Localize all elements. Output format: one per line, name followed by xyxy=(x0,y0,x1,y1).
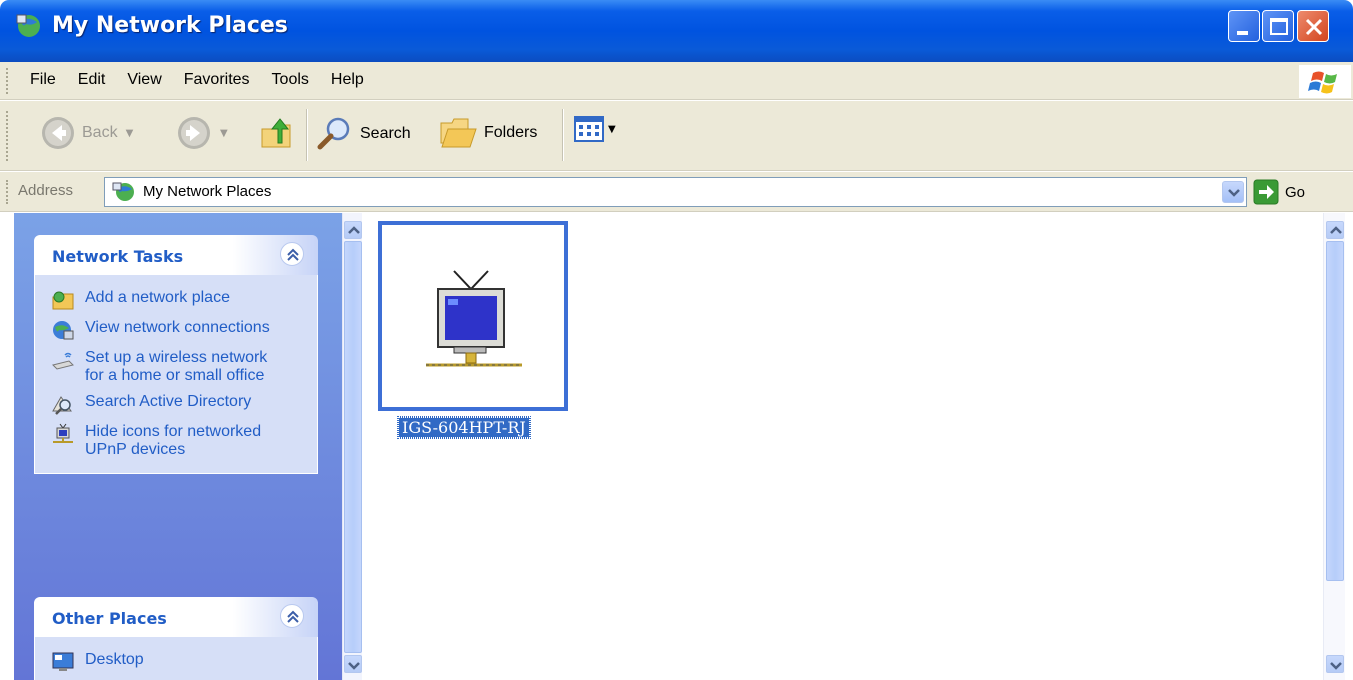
toolbar-grip[interactable] xyxy=(6,111,9,161)
address-bar: Address My Network Places Go xyxy=(0,172,1353,212)
address-label: Address xyxy=(18,182,74,199)
go-arrow-icon xyxy=(1253,179,1279,205)
task-view-network-connections[interactable]: View network connections xyxy=(51,319,307,341)
chevron-up-icon xyxy=(287,248,299,261)
chevron-up-icon xyxy=(1330,226,1342,234)
chevron-down-icon xyxy=(1228,189,1240,197)
title-bar[interactable]: My Network Places xyxy=(0,0,1353,62)
menu-edit[interactable]: Edit xyxy=(67,71,117,89)
up-folder-button[interactable] xyxy=(258,115,296,153)
forward-arrow-icon xyxy=(178,117,210,149)
network-tasks-header[interactable]: Network Tasks xyxy=(34,235,318,275)
scroll-up-button[interactable] xyxy=(344,221,362,239)
network-tasks-group: Network Tasks Add a network place View n… xyxy=(34,235,318,474)
go-button[interactable]: Go xyxy=(1253,179,1305,205)
windows-flag-icon xyxy=(1308,71,1337,94)
search-icon xyxy=(317,117,350,150)
address-grip[interactable] xyxy=(6,180,9,204)
task-setup-wireless-network[interactable]: Set up a wireless network for a home or … xyxy=(51,349,307,385)
toolbar-separator xyxy=(306,109,308,161)
scroll-down-button[interactable] xyxy=(1326,655,1344,673)
file-item-name[interactable]: IGS-604HPT-RJ xyxy=(397,416,531,439)
chevron-up-icon xyxy=(348,226,360,234)
task-label: Set up a wireless network for a home or … xyxy=(85,349,268,384)
address-field[interactable]: My Network Places xyxy=(104,177,1247,207)
task-label: Hide icons for networked UPnP devices xyxy=(85,423,262,458)
minimize-icon xyxy=(1237,31,1248,35)
upnp-device-icon xyxy=(53,423,73,443)
up-folder-icon xyxy=(261,118,291,148)
scroll-thumb[interactable] xyxy=(1326,241,1344,581)
views-button[interactable]: ▼ xyxy=(574,115,616,143)
toolbar-separator xyxy=(562,109,564,161)
folders-button[interactable]: Folders xyxy=(438,115,537,151)
search-button[interactable]: Search xyxy=(316,115,411,153)
back-dropdown-icon[interactable]: ▼ xyxy=(126,128,134,139)
menu-file[interactable]: File xyxy=(22,71,67,89)
content-area: Network Tasks Add a network place View n… xyxy=(0,213,1353,680)
place-desktop[interactable]: Desktop xyxy=(51,651,307,673)
folders-label: Folders xyxy=(484,124,538,141)
back-button[interactable]: Back ▼ xyxy=(40,115,133,151)
task-add-network-place[interactable]: Add a network place xyxy=(51,289,307,311)
task-pane-scrollbar[interactable] xyxy=(342,213,362,680)
chevron-up-icon xyxy=(287,610,299,623)
window-title: My Network Places xyxy=(52,13,288,38)
address-dropdown-button[interactable] xyxy=(1222,181,1244,203)
address-value: My Network Places xyxy=(143,183,272,200)
menu-bar: File Edit View Favorites Tools Help xyxy=(0,62,1353,100)
go-label: Go xyxy=(1285,183,1306,201)
chevron-down-icon xyxy=(1330,662,1342,670)
forward-dropdown-icon[interactable]: ▼ xyxy=(220,128,228,139)
wireless-network-icon xyxy=(52,352,74,370)
desktop-icon xyxy=(52,652,74,671)
menu-help[interactable]: Help xyxy=(320,71,375,89)
views-icon xyxy=(574,116,604,142)
search-directory-icon xyxy=(52,396,72,415)
other-places-body: Desktop xyxy=(34,637,318,680)
network-connections-icon xyxy=(53,321,74,340)
add-network-place-icon xyxy=(52,291,74,310)
menu-favorites[interactable]: Favorites xyxy=(173,71,261,89)
menu-tools[interactable]: Tools xyxy=(261,71,320,89)
network-places-icon xyxy=(16,14,40,37)
standard-toolbar: Back ▼ ▼ Search Folders ▼ xyxy=(0,101,1353,171)
views-dropdown-icon[interactable]: ▼ xyxy=(608,124,616,135)
other-places-group: Other Places Desktop xyxy=(34,597,318,680)
network-tasks-body: Add a network place View network connect… xyxy=(34,275,318,474)
task-label: View network connections xyxy=(85,319,270,336)
task-hide-upnp-icons[interactable]: Hide icons for networked UPnP devices xyxy=(51,423,307,459)
windows-logo xyxy=(1299,65,1351,98)
menu-grip[interactable] xyxy=(6,68,9,94)
collapse-button[interactable] xyxy=(280,604,304,628)
collapse-button[interactable] xyxy=(280,242,304,266)
minimize-button[interactable] xyxy=(1228,10,1260,42)
scroll-thumb[interactable] xyxy=(344,241,362,653)
menu-view[interactable]: View xyxy=(116,71,172,89)
main-scrollbar[interactable] xyxy=(1323,213,1345,680)
network-places-icon xyxy=(112,182,134,201)
network-tasks-title: Network Tasks xyxy=(52,247,184,266)
search-label: Search xyxy=(360,125,411,142)
file-item-icon-frame[interactable] xyxy=(378,221,568,411)
chevron-down-icon xyxy=(348,662,360,670)
upnp-device-icon xyxy=(426,270,522,367)
maximize-button[interactable] xyxy=(1262,10,1294,42)
task-pane: Network Tasks Add a network place View n… xyxy=(14,213,342,680)
task-label: Search Active Directory xyxy=(85,393,252,410)
other-places-header[interactable]: Other Places xyxy=(34,597,318,637)
folders-icon xyxy=(440,118,477,148)
scroll-down-button[interactable] xyxy=(344,655,362,673)
close-icon xyxy=(1305,18,1323,36)
task-search-active-directory[interactable]: Search Active Directory xyxy=(51,393,307,415)
forward-button[interactable]: ▼ xyxy=(176,115,228,151)
back-label: Back xyxy=(82,124,118,141)
back-arrow-icon xyxy=(42,117,74,149)
maximize-icon xyxy=(1270,18,1288,35)
other-places-title: Other Places xyxy=(52,609,167,628)
scroll-up-button[interactable] xyxy=(1326,221,1344,239)
task-label: Add a network place xyxy=(85,289,230,306)
task-label: Desktop xyxy=(85,651,144,668)
close-button[interactable] xyxy=(1297,10,1329,42)
